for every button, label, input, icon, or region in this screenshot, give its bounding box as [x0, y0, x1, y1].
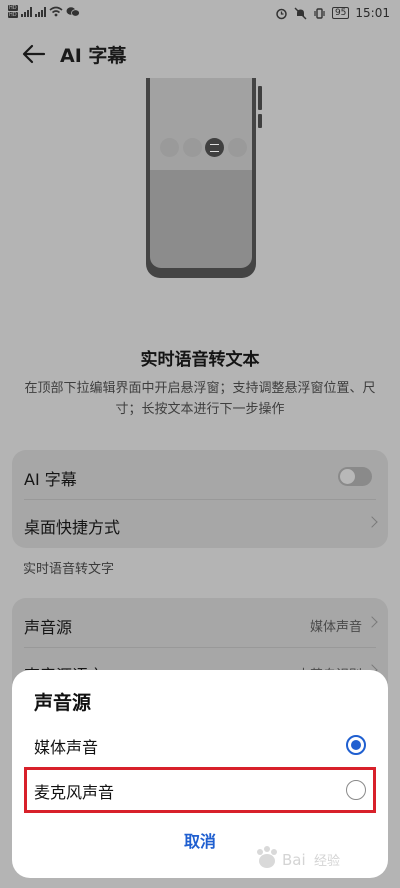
- settings-card-caption: AI 字幕 桌面快捷方式: [12, 450, 388, 548]
- option-media-sound[interactable]: 媒体声音: [22, 723, 378, 767]
- sound-source-row[interactable]: 声音源 媒体声音: [12, 600, 388, 648]
- ai-caption-row[interactable]: AI 字幕: [12, 452, 388, 500]
- wechat-icon: [66, 7, 80, 17]
- signal-icon-2: [34, 6, 46, 17]
- sound-source-dialog: 声音源 媒体声音 麦克风声音 取消 Bai 经验: [12, 670, 388, 878]
- caption-toggle-icon: [205, 138, 224, 157]
- quick-toggle-icon: [183, 138, 202, 157]
- baidu-watermark-logo: Bai 经验: [257, 846, 340, 869]
- battery-icon: 95: [331, 7, 350, 19]
- alarm-icon: [276, 8, 287, 19]
- back-arrow-icon[interactable]: [20, 40, 48, 68]
- hd-icon: HD HD: [8, 5, 18, 18]
- quick-toggle-icon: [160, 138, 179, 157]
- vibrate-icon: [314, 7, 325, 19]
- page-title: AI 字幕: [60, 45, 127, 67]
- section-label: 实时语音转文字: [23, 562, 115, 577]
- chevron-right-icon: [366, 516, 378, 528]
- ai-caption-label: AI 字幕: [24, 470, 77, 489]
- shortcut-label: 桌面快捷方式: [24, 518, 121, 537]
- clock: 15:01: [355, 6, 390, 20]
- signal-icon: [20, 6, 32, 17]
- status-bar: HD HD 95 15:01: [0, 0, 400, 28]
- svg-text:经验: 经验: [314, 853, 340, 869]
- chevron-right-icon: [366, 616, 378, 628]
- system-status: 95 15:01: [275, 6, 390, 20]
- network-status: HD HD: [8, 5, 80, 18]
- radio-button-selected[interactable]: [346, 735, 366, 755]
- phone-power-key: [258, 114, 262, 128]
- sound-source-label: 声音源: [24, 618, 73, 637]
- feature-description: 在顶部下拉编辑界面中开启悬浮窗；支持调整悬浮窗位置、尺寸；长按文本进行下一步操作: [24, 381, 376, 417]
- highlight-annotation: [24, 767, 376, 813]
- feature-title: 实时语音转文本: [140, 350, 260, 370]
- phone-illustration: [140, 78, 262, 278]
- dialog-title: 声音源: [34, 692, 92, 714]
- svg-text:Bai: Bai: [282, 851, 306, 869]
- toggle-knob: [340, 469, 355, 484]
- quick-toggle-icon: [228, 138, 247, 157]
- ai-caption-toggle[interactable]: [338, 467, 372, 486]
- wifi-icon: [49, 6, 63, 17]
- app-header: AI 字幕: [0, 30, 400, 76]
- phone-volume-key: [258, 86, 262, 110]
- option-label: 媒体声音: [34, 738, 99, 757]
- sound-source-value: 媒体声音: [309, 620, 362, 635]
- shortcut-row[interactable]: 桌面快捷方式: [12, 500, 388, 548]
- mute-icon: [294, 7, 307, 19]
